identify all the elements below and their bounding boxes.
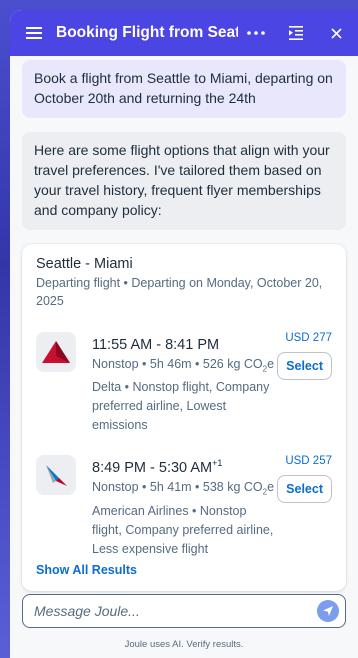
- assistant-message: Here are some flight options that align …: [22, 132, 346, 230]
- more-icon[interactable]: [244, 21, 268, 45]
- delta-logo: [36, 332, 76, 372]
- select-flight-button[interactable]: Select: [277, 352, 332, 380]
- departure-subtitle: Departing flight • Departing on Monday, …: [36, 276, 323, 308]
- joule-panel: Booking Flight from Seattle to ... Book …: [10, 10, 358, 658]
- panel-header: Booking Flight from Seattle to ...: [10, 10, 358, 56]
- message-input[interactable]: [34, 603, 317, 619]
- flight-time: 8:49 PM - 5:30 AM+1: [92, 458, 223, 477]
- flight-description: American Airlines • Nonstop flight, Comp…: [92, 503, 274, 556]
- flight-meta: Nonstop • 5h 46m • 526 kg CO2e: [92, 356, 275, 374]
- select-flight-button[interactable]: Select: [277, 475, 332, 504]
- route-title: Seattle - Miami: [36, 256, 133, 272]
- flight-option: 11:55 AM - 8:41 PM Nonstop • 5h 46m • 52…: [36, 330, 332, 435]
- flight-options-card: Seattle - Miami Departing flight • Depar…: [22, 244, 346, 591]
- show-all-results-link[interactable]: Show All Results: [36, 563, 137, 577]
- message-composer: [22, 594, 346, 628]
- flight-option: 8:49 PM - 5:30 AM+1 Nonstop • 5h 41m • 5…: [36, 453, 332, 558]
- flight-time: 11:55 AM - 8:41 PM: [92, 336, 220, 353]
- american-airlines-logo: [36, 455, 76, 496]
- flight-price: USD 277: [285, 332, 332, 344]
- close-icon[interactable]: [324, 21, 348, 45]
- hamburger-icon[interactable]: [22, 21, 46, 45]
- flight-meta: Nonstop • 5h 41m • 538 kg CO2e: [92, 480, 275, 497]
- conversation-title: Booking Flight from Seattle to ...: [56, 24, 238, 41]
- send-icon[interactable]: [317, 600, 339, 622]
- user-message: Book a flight from Seattle to Miami, dep…: [22, 60, 346, 118]
- chat-content: Book a flight from Seattle to Miami, dep…: [10, 56, 358, 658]
- flight-price: USD 257: [285, 455, 332, 468]
- expand-panel-icon[interactable]: [284, 21, 308, 45]
- flight-description: Delta • Nonstop flight, Company preferre…: [92, 380, 270, 433]
- ai-disclaimer: Joule uses AI. Verify results.: [124, 639, 244, 650]
